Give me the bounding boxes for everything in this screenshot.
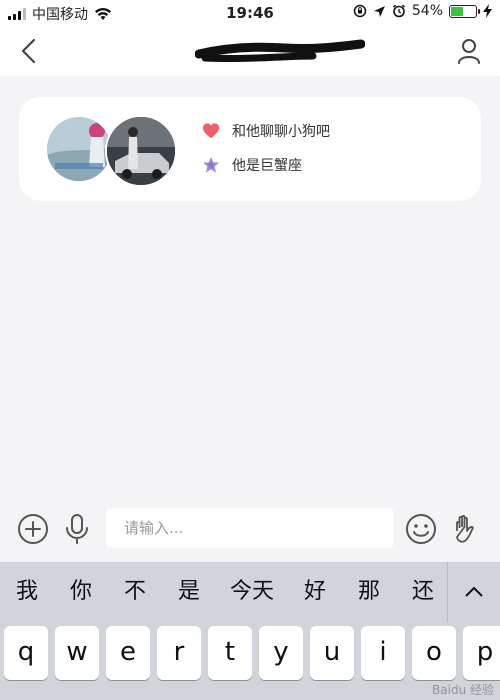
key-r[interactable]: r (157, 626, 201, 680)
rotation-lock-icon (353, 4, 367, 18)
key-y[interactable]: y (259, 626, 303, 680)
keyboard-row-1: qwertyuiop (4, 626, 500, 680)
location-arrow-icon (373, 5, 385, 17)
wave-hand-icon[interactable] (448, 512, 482, 546)
status-bar: 中国移动 19:46 54% (0, 0, 500, 26)
key-i[interactable]: i (361, 626, 405, 680)
key-t[interactable]: t (208, 626, 252, 680)
candidate-0[interactable]: 我 (0, 562, 54, 622)
star-icon (202, 156, 220, 173)
message-input[interactable] (106, 508, 394, 548)
avatar-self-image (47, 117, 111, 181)
key-q[interactable]: q (4, 626, 48, 680)
back-chevron-icon[interactable] (14, 36, 44, 66)
candidate-bar: 我你不是今天好那还 (0, 562, 500, 622)
tip-row-2: 他是巨蟹座 (202, 155, 302, 175)
charging-bolt-icon (483, 4, 492, 18)
alarm-icon (392, 4, 405, 18)
emoji-icon[interactable] (404, 512, 438, 546)
profile-icon[interactable] (454, 36, 484, 66)
battery-percent: 54% (411, 3, 443, 19)
key-w[interactable]: w (55, 626, 99, 680)
candidate-6[interactable]: 那 (342, 562, 396, 622)
candidate-3[interactable]: 是 (162, 562, 216, 622)
chat-input-bar (0, 500, 500, 560)
avatar-self[interactable] (47, 117, 111, 181)
key-e[interactable]: e (106, 626, 150, 680)
message-input-field[interactable] (106, 508, 394, 548)
battery-icon (449, 4, 480, 18)
key-o[interactable]: o (412, 626, 456, 680)
candidate-4[interactable]: 今天 (216, 562, 288, 622)
microphone-icon[interactable] (60, 512, 94, 546)
nav-bar (0, 26, 500, 76)
heart-icon (202, 123, 220, 139)
collapse-candidates-button[interactable] (447, 562, 500, 622)
match-info-card: 和他聊聊小狗吧 他是巨蟹座 (19, 97, 481, 201)
avatar-match-image (107, 117, 175, 185)
tip-text-2: 他是巨蟹座 (232, 158, 302, 174)
chevron-up-icon (465, 586, 483, 597)
status-right: 54% (353, 3, 492, 19)
watermark-text: Baidu 经验 (432, 683, 494, 697)
candidate-5[interactable]: 好 (288, 562, 342, 622)
avatar-match[interactable] (105, 115, 177, 187)
candidate-1[interactable]: 你 (54, 562, 108, 622)
system-keyboard: 我你不是今天好那还 qwertyuiop Baidu 经验 (0, 562, 500, 700)
key-p[interactable]: p (463, 626, 500, 680)
plus-circle-icon[interactable] (16, 512, 50, 546)
key-u[interactable]: u (310, 626, 354, 680)
candidate-7[interactable]: 还 (396, 562, 450, 622)
candidate-2[interactable]: 不 (108, 562, 162, 622)
tip-row-1: 和他聊聊小狗吧 (202, 121, 330, 141)
redacted-title-scribble (195, 39, 365, 63)
tip-text-1: 和他聊聊小狗吧 (232, 124, 330, 140)
